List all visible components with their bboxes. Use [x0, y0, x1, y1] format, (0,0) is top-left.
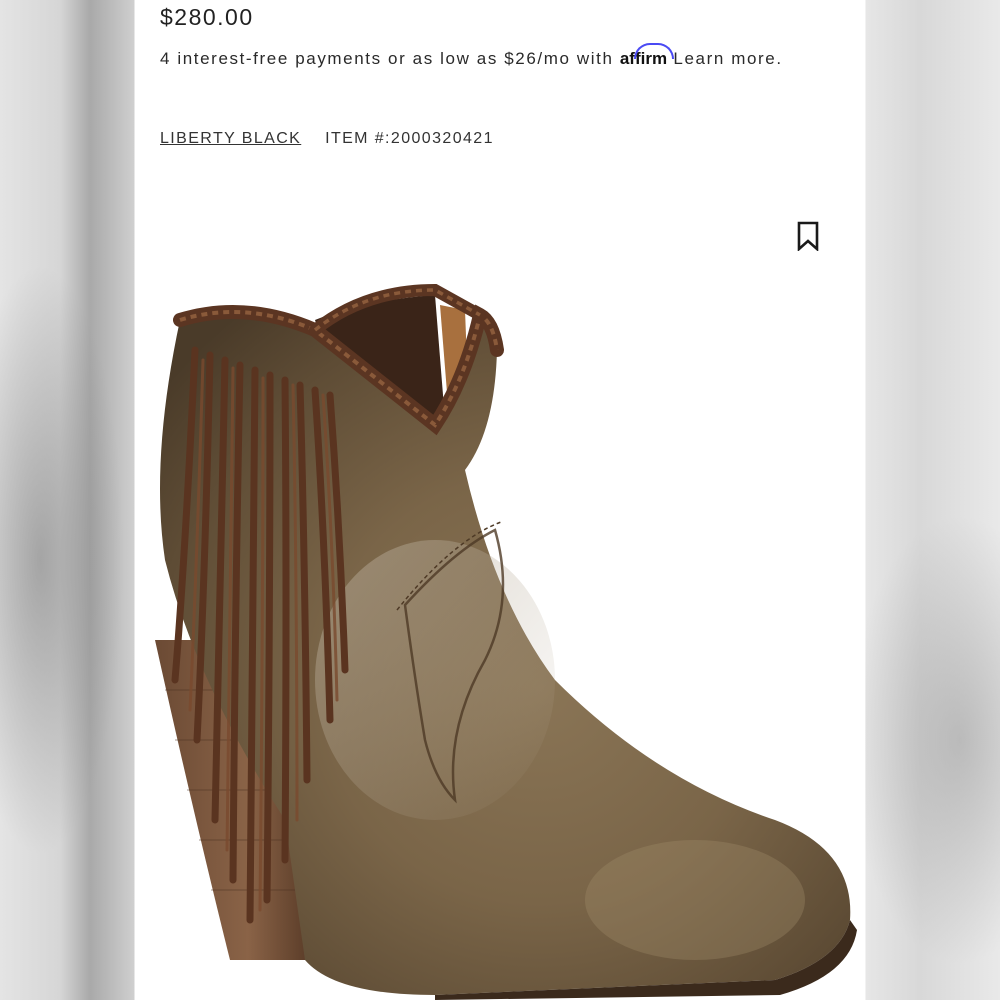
item-number: ITEM #:2000320421: [325, 130, 494, 147]
affirm-logo: affirm: [620, 43, 675, 72]
brand-link[interactable]: LIBERTY BLACK: [160, 130, 301, 147]
product-meta: LIBERTY BLACK ITEM #:2000320421: [160, 130, 494, 148]
affirm-payment-message: 4 interest-free payments or as low as $2…: [160, 43, 800, 72]
product-detail-panel: $280.00 4 interest-free payments or as l…: [135, 0, 865, 1000]
learn-more-link[interactable]: Learn more.: [673, 49, 782, 68]
payment-text: 4 interest-free payments or as low as $2…: [160, 49, 614, 68]
bookmark-icon[interactable]: [796, 221, 820, 251]
product-image-boot[interactable]: [135, 260, 865, 1000]
product-price: $280.00: [160, 4, 254, 30]
